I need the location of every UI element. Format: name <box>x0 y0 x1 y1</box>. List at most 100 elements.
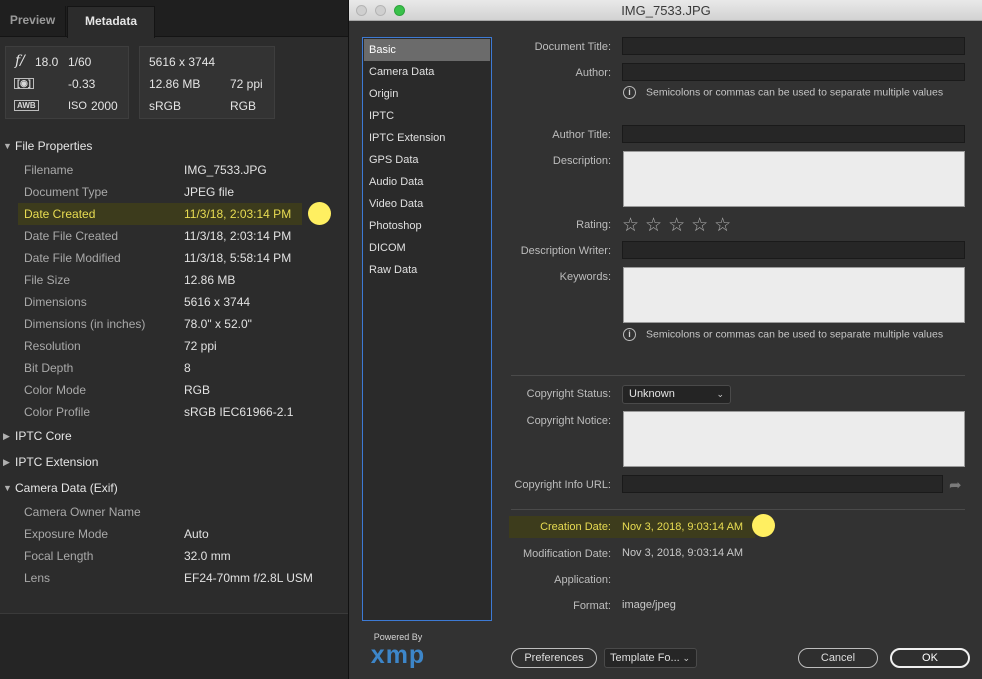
section-iptc-extension[interactable]: ▶ IPTC Extension <box>0 451 348 473</box>
property-key: Date File Created <box>24 229 119 243</box>
category-photoshop[interactable]: Photoshop <box>364 215 490 237</box>
property-key: Exposure Mode <box>24 527 109 541</box>
property-key: Dimensions (in inches) <box>24 317 146 331</box>
property-row: Color Profile sRGB IEC61966-2.1 <box>0 401 348 423</box>
property-row: Date File Created 11/3/18, 2:03:14 PM <box>0 225 348 247</box>
category-camera-data[interactable]: Camera Data <box>364 61 490 83</box>
category-iptc[interactable]: IPTC <box>364 105 490 127</box>
description-writer-input[interactable] <box>622 241 965 259</box>
chevron-down-icon: ▼ <box>3 483 12 493</box>
hint-text: Semicolons or commas can be used to sepa… <box>646 328 944 341</box>
category-origin[interactable]: Origin <box>364 83 490 105</box>
summary-size: 12.86 MB <box>149 77 201 91</box>
tab-metadata[interactable]: Metadata <box>67 6 155 38</box>
section-iptc-core[interactable]: ▶ IPTC Core <box>0 425 348 447</box>
rating-stars[interactable]: ☆☆☆☆☆ <box>622 214 737 237</box>
rating-label: Rating: <box>576 219 611 231</box>
chevron-down-icon: ▼ <box>3 141 12 151</box>
category-dicom[interactable]: DICOM <box>364 237 490 259</box>
property-key: Date File Modified <box>24 251 121 265</box>
file-info-dialog: IMG_7533.JPG Basic Camera Data Origin IP… <box>348 0 982 679</box>
chevron-right-icon: ▶ <box>3 457 10 467</box>
metadata-panel: Preview Metadata f/ 18.0 1/60 [◉] -0.33 … <box>0 0 348 679</box>
category-gps-data[interactable]: GPS Data <box>364 149 490 171</box>
author-hint: i Semicolons or commas can be used to sep… <box>623 86 943 99</box>
description-textarea[interactable] <box>623 151 965 207</box>
section-camera-data[interactable]: ▼ Camera Data (Exif) <box>0 477 348 499</box>
section-title: IPTC Extension <box>15 455 99 469</box>
category-video-data[interactable]: Video Data <box>364 193 490 215</box>
property-key: Dimensions <box>24 295 87 309</box>
chevron-down-icon: ⌄ <box>682 653 690 663</box>
property-value: 11/3/18, 5:58:14 PM <box>184 251 292 265</box>
section-title: IPTC Core <box>15 429 72 443</box>
copyright-status-value: Unknown <box>629 388 675 400</box>
property-key: Filename <box>24 163 74 177</box>
aperture-value: 18.0 <box>35 55 59 69</box>
copyright-url-input[interactable] <box>622 475 943 493</box>
property-key: Focal Length <box>24 549 94 563</box>
chevron-down-icon: ⌄ <box>716 389 724 399</box>
property-row: Camera Owner Name <box>0 501 348 523</box>
description-label: Description: <box>552 155 611 167</box>
section-title: File Properties <box>15 139 93 153</box>
property-key: Resolution <box>24 339 81 353</box>
property-value: Auto <box>184 527 209 541</box>
section-file-properties[interactable]: ▼ File Properties <box>0 135 348 157</box>
modification-date-value: Nov 3, 2018, 9:03:14 AM <box>622 547 744 559</box>
category-raw-data[interactable]: Raw Data <box>364 259 490 281</box>
divider <box>511 375 965 376</box>
format-label: Format: <box>573 600 611 612</box>
property-key: Lens <box>24 571 51 585</box>
keywords-textarea[interactable] <box>623 267 965 323</box>
camera-summary: f/ 18.0 1/60 [◉] -0.33 AWB ISO 2000 <box>5 46 129 119</box>
property-value: 5616 x 3744 <box>184 295 251 309</box>
property-key: Color Profile <box>24 405 91 419</box>
modification-date-label: Modification Date: <box>522 548 611 560</box>
section-title: Camera Data (Exif) <box>15 481 118 495</box>
category-list: Basic Camera Data Origin IPTC IPTC Exten… <box>362 37 492 621</box>
document-title-input[interactable] <box>622 37 965 55</box>
creation-date-value: Nov 3, 2018, 9:03:14 AM <box>622 521 744 533</box>
property-row: Date File Modified 11/3/18, 5:58:14 PM <box>0 247 348 269</box>
property-row: Exposure Mode Auto <box>0 523 348 545</box>
xmp-wordmark: xmp <box>370 641 426 669</box>
property-row: Lens EF24-70mm f/2.8L USM <box>0 567 348 589</box>
tab-preview[interactable]: Preview <box>0 6 66 37</box>
property-row-highlighted: Date Created 11/3/18, 2:03:14 PM <box>18 203 302 225</box>
window-titlebar[interactable]: IMG_7533.JPG <box>349 0 982 21</box>
window-title: IMG_7533.JPG <box>621 3 711 18</box>
property-row: Document Type JPEG file <box>0 181 348 203</box>
author-title-input[interactable] <box>622 125 965 143</box>
property-key: Document Type <box>24 185 108 199</box>
property-key: Bit Depth <box>24 361 74 375</box>
property-row: Color Mode RGB <box>0 379 348 401</box>
cancel-button[interactable]: Cancel <box>798 648 878 668</box>
property-row: Dimensions (in inches) 78.0" x 52.0" <box>0 313 348 335</box>
ok-button[interactable]: OK <box>890 648 970 668</box>
panel-footer <box>0 613 348 679</box>
copyright-notice-textarea[interactable] <box>623 411 965 467</box>
info-icon: i <box>623 86 636 99</box>
template-folder-select[interactable]: Template Fo... ⌄ <box>604 648 697 668</box>
copyright-status-select[interactable]: Unknown ⌄ <box>622 385 731 404</box>
preferences-button[interactable]: Preferences <box>511 648 597 668</box>
copyright-url-label: Copyright Info URL: <box>514 479 611 491</box>
author-input[interactable] <box>622 63 965 81</box>
metering-icon: [◉] <box>14 78 34 89</box>
property-key: Camera Owner Name <box>24 505 141 519</box>
category-audio-data[interactable]: Audio Data <box>364 171 490 193</box>
go-to-url-icon[interactable]: ➦ <box>949 476 962 494</box>
category-basic[interactable]: Basic <box>364 39 490 61</box>
hint-text: Semicolons or commas can be used to sepa… <box>646 86 944 99</box>
property-value: RGB <box>184 383 211 397</box>
description-writer-label: Description Writer: <box>520 245 611 257</box>
category-iptc-extension[interactable]: IPTC Extension <box>364 127 490 149</box>
white-balance-icon: AWB <box>14 100 39 111</box>
creation-date-label: Creation Date: <box>540 521 611 533</box>
property-row: File Size 12.86 MB <box>0 269 348 291</box>
divider <box>511 509 965 510</box>
property-key: File Size <box>24 273 71 287</box>
exposure-comp-value: -0.33 <box>68 77 96 91</box>
copyright-notice-label: Copyright Notice: <box>526 415 611 427</box>
